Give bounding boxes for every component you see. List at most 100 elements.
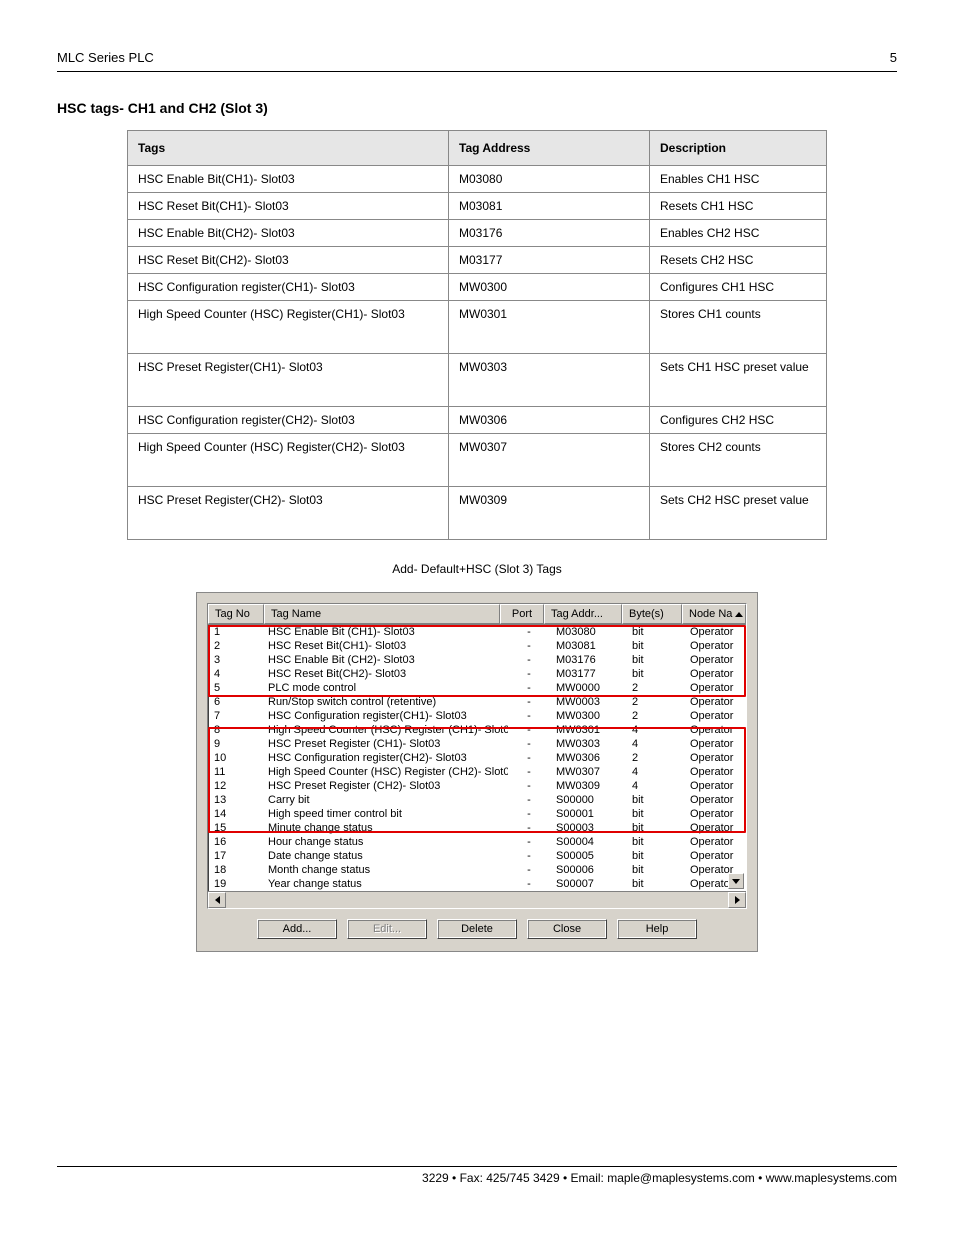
cell-addr: M03080 bbox=[550, 625, 626, 639]
spec-cell-addr: M03080 bbox=[449, 166, 650, 193]
cell-node: Operator bbox=[684, 807, 746, 821]
cell-addr: M03177 bbox=[550, 667, 626, 681]
spec-row: High Speed Counter (HSC) Register(CH1)- … bbox=[128, 301, 827, 354]
delete-button[interactable]: Delete bbox=[437, 919, 517, 939]
table-row[interactable]: 9HSC Preset Register (CH1)- Slot03-MW030… bbox=[208, 737, 746, 751]
cell-port: - bbox=[508, 765, 550, 779]
col-tag-addr[interactable]: Tag Addr... bbox=[544, 604, 622, 624]
spec-row: HSC Reset Bit(CH2)- Slot03M03177Resets C… bbox=[128, 247, 827, 274]
cell-port: - bbox=[508, 793, 550, 807]
cell-name: High Speed Counter (HSC) Register (CH1)-… bbox=[262, 723, 508, 737]
cell-name: Hour change status bbox=[262, 835, 508, 849]
cell-node: Operator bbox=[684, 681, 746, 695]
col-tag-name[interactable]: Tag Name bbox=[264, 604, 500, 624]
cell-name: HSC Enable Bit (CH2)- Slot03 bbox=[262, 653, 508, 667]
cell-name: HSC Enable Bit (CH1)- Slot03 bbox=[262, 625, 508, 639]
col-node[interactable]: Node Na bbox=[682, 604, 746, 624]
spec-cell-desc: Resets CH2 HSC bbox=[650, 247, 827, 274]
cell-addr: M03081 bbox=[550, 639, 626, 653]
cell-addr: MW0306 bbox=[550, 751, 626, 765]
table-row[interactable]: 2HSC Reset Bit(CH1)- Slot03-M03081bitOpe… bbox=[208, 639, 746, 653]
table-row[interactable]: 13Carry bit-S00000bitOperator bbox=[208, 793, 746, 807]
cell-node: Operator bbox=[684, 835, 746, 849]
cell-bytes: bit bbox=[626, 821, 684, 835]
table-row[interactable]: 14High speed timer control bit-S00001bit… bbox=[208, 807, 746, 821]
cell-port: - bbox=[508, 681, 550, 695]
spec-cell-addr: MW0309 bbox=[449, 487, 650, 540]
table-row[interactable]: 15Minute change status-S00003bitOperator bbox=[208, 821, 746, 835]
cell-name: Date change status bbox=[262, 849, 508, 863]
cell-node: Operator bbox=[684, 723, 746, 737]
cell-no: 1 bbox=[208, 625, 262, 639]
spec-row: HSC Preset Register(CH2)- Slot03MW0309Se… bbox=[128, 487, 827, 540]
table-row[interactable]: 4HSC Reset Bit(CH2)- Slot03-M03177bitOpe… bbox=[208, 667, 746, 681]
cell-bytes: 4 bbox=[626, 779, 684, 793]
cell-addr: S00004 bbox=[550, 835, 626, 849]
scroll-right-icon[interactable] bbox=[728, 892, 746, 908]
cell-bytes: bit bbox=[626, 863, 684, 877]
cell-port: - bbox=[508, 821, 550, 835]
cell-addr: MW0303 bbox=[550, 737, 626, 751]
close-button[interactable]: Close bbox=[527, 919, 607, 939]
table-row[interactable]: 3HSC Enable Bit (CH2)- Slot03-M03176bitO… bbox=[208, 653, 746, 667]
cell-name: High speed timer control bit bbox=[262, 807, 508, 821]
table-row[interactable]: 10HSC Configuration register(CH2)- Slot0… bbox=[208, 751, 746, 765]
table-row[interactable]: 17Date change status-S00005bitOperator bbox=[208, 849, 746, 863]
cell-addr: S00003 bbox=[550, 821, 626, 835]
spec-table: Tags Tag Address Description HSC Enable … bbox=[127, 130, 827, 540]
spec-cell-desc: Enables CH2 HSC bbox=[650, 220, 827, 247]
doc-product: MLC Series PLC bbox=[57, 50, 154, 65]
cell-port: - bbox=[508, 877, 550, 891]
spec-cell-desc: Configures CH1 HSC bbox=[650, 274, 827, 301]
add-button[interactable]: Add... bbox=[257, 919, 337, 939]
dropdown-arrow-icon[interactable] bbox=[728, 873, 744, 889]
cell-node: Operator bbox=[684, 765, 746, 779]
spec-row: HSC Enable Bit(CH1)- Slot03M03080Enables… bbox=[128, 166, 827, 193]
table-row[interactable]: 12HSC Preset Register (CH2)- Slot03-MW03… bbox=[208, 779, 746, 793]
table-row[interactable]: 6Run/Stop switch control (retentive)-MW0… bbox=[208, 695, 746, 709]
cell-node: Operator bbox=[684, 751, 746, 765]
col-tag-no[interactable]: Tag No bbox=[208, 604, 264, 624]
cell-node: Operator bbox=[684, 667, 746, 681]
spec-cell-desc: Resets CH1 HSC bbox=[650, 193, 827, 220]
cell-no: 18 bbox=[208, 863, 262, 877]
spec-row: HSC Enable Bit(CH2)- Slot03M03176Enables… bbox=[128, 220, 827, 247]
edit-button[interactable]: Edit... bbox=[347, 919, 427, 939]
spec-cell-desc: Stores CH2 counts bbox=[650, 434, 827, 487]
cell-node: Operator bbox=[684, 779, 746, 793]
sort-arrow-icon bbox=[735, 612, 743, 617]
cell-name: High Speed Counter (HSC) Register (CH2)-… bbox=[262, 765, 508, 779]
cell-node: Operator bbox=[684, 625, 746, 639]
table-row[interactable]: 7HSC Configuration register(CH1)- Slot03… bbox=[208, 709, 746, 723]
col-port[interactable]: Port bbox=[500, 604, 544, 624]
cell-bytes: 2 bbox=[626, 751, 684, 765]
scroll-left-icon[interactable] bbox=[208, 892, 226, 908]
cell-node: Operator bbox=[684, 653, 746, 667]
cell-port: - bbox=[508, 639, 550, 653]
horizontal-scrollbar[interactable] bbox=[208, 891, 746, 908]
cell-port: - bbox=[508, 737, 550, 751]
table-row[interactable]: 16Hour change status-S00004bitOperator bbox=[208, 835, 746, 849]
cell-addr: S00005 bbox=[550, 849, 626, 863]
col-bytes[interactable]: Byte(s) bbox=[622, 604, 682, 624]
table-row[interactable]: 11High Speed Counter (HSC) Register (CH2… bbox=[208, 765, 746, 779]
spec-cell-name: HSC Enable Bit(CH2)- Slot03 bbox=[128, 220, 449, 247]
cell-addr: MW0307 bbox=[550, 765, 626, 779]
cell-addr: MW0300 bbox=[550, 709, 626, 723]
cell-addr: MW0301 bbox=[550, 723, 626, 737]
cell-port: - bbox=[508, 849, 550, 863]
table-row[interactable]: 5PLC mode control-MW00002Operator bbox=[208, 681, 746, 695]
cell-port: - bbox=[508, 807, 550, 821]
cell-name: Minute change status bbox=[262, 821, 508, 835]
tag-rows: 1HSC Enable Bit (CH1)- Slot03-M03080bitO… bbox=[208, 625, 746, 891]
table-row[interactable]: 18Month change status-S00006bitOperator bbox=[208, 863, 746, 877]
cell-no: 12 bbox=[208, 779, 262, 793]
table-row[interactable]: 8High Speed Counter (HSC) Register (CH1)… bbox=[208, 723, 746, 737]
table-row[interactable]: 19Year change status-S00007bitOperator bbox=[208, 877, 746, 891]
spec-cell-name: HSC Configuration register(CH2)- Slot03 bbox=[128, 407, 449, 434]
spec-cell-name: HSC Preset Register(CH2)- Slot03 bbox=[128, 487, 449, 540]
cell-node: Operator bbox=[684, 639, 746, 653]
spec-cell-name: HSC Reset Bit(CH1)- Slot03 bbox=[128, 193, 449, 220]
table-row[interactable]: 1HSC Enable Bit (CH1)- Slot03-M03080bitO… bbox=[208, 625, 746, 639]
help-button[interactable]: Help bbox=[617, 919, 697, 939]
